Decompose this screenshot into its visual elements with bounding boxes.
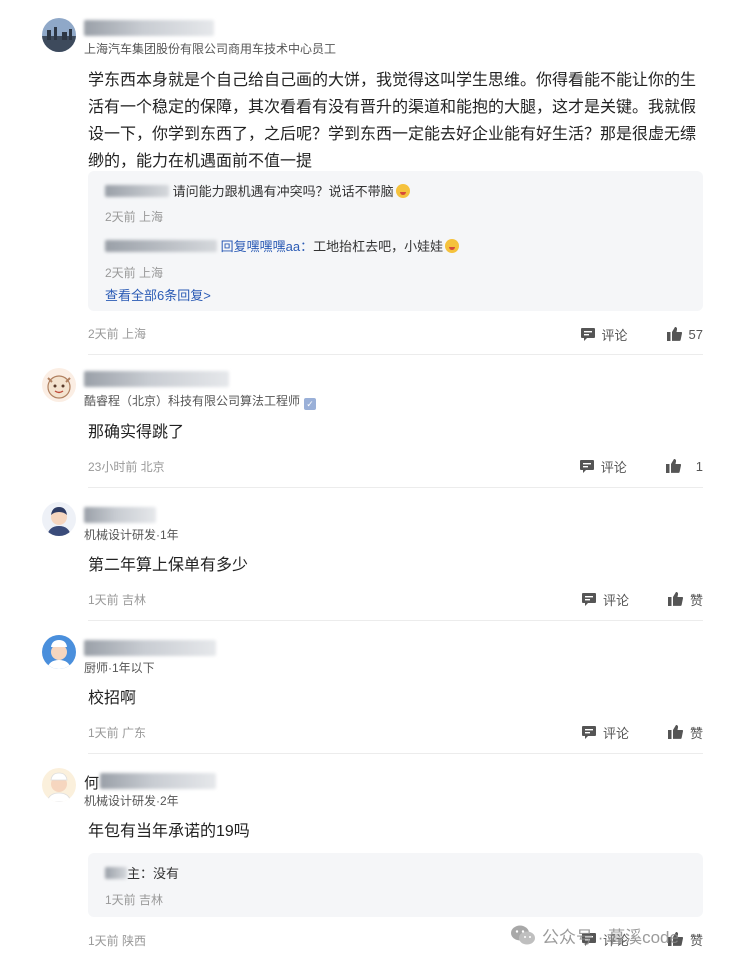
watermark: 公众号 · 暮溪code [510,921,679,949]
like-count: 1 [695,458,703,474]
comment-text: 第二年算上保单有多少 [88,557,249,574]
like-label: 赞 [689,592,703,608]
view-all-replies-link[interactable]: 查看全部6条回复> [105,285,211,304]
comment-meta: 23小时前 北京 [88,460,165,474]
comment-meta: 1天前 广东 [88,726,147,740]
comment-icon [580,327,595,341]
like-button[interactable]: 赞 [667,723,703,742]
reply-to-link[interactable]: 回复嘿嘿嘿aa： [221,239,313,254]
reply-text: 请问能力跟机遇有冲突吗？说话不带脑 [172,184,394,199]
comment-icon [581,592,596,606]
comment-button[interactable]: 评论 [580,325,628,344]
comment-label: 评论 [602,725,629,741]
comment-text: 学东西本身就是个自己给自己画的大饼，我觉得这叫学生思维。你得看能不能让你的生活有… [88,72,697,170]
comment-icon [581,725,596,739]
reply-text: 主：没有 [127,866,180,881]
comment-item: 厨师·1年以下 校招啊 1天前 广东 评论 赞 [0,621,738,754]
user-title-text: 酷睿程（北京）科技有限公司算法工程师 [84,394,301,408]
username-blurred[interactable] [84,640,216,656]
comment-button[interactable]: 评论 [581,723,629,742]
reply-box: 请问能力跟机遇有冲突吗？说话不带脑 2天前 上海 回复嘿嘿嘿aa：工地抬杠去吧，… [88,171,703,311]
comment-actions: 评论 赞 [581,723,703,741]
reply-meta: 2天前 上海 [105,266,164,280]
reply-item: 请问能力跟机遇有冲突吗？说话不带脑 [105,181,410,200]
avatar[interactable] [42,502,76,536]
user-title: 机械设计研发·2年 [84,794,179,808]
comment-label: 评论 [602,592,629,608]
thumbs-up-icon [665,459,681,473]
username-prefix[interactable]: 何 [84,772,99,793]
comment-item: 酷睿程（北京）科技有限公司算法工程师 ✓ 那确实得跳了 23小时前 北京 评论 1 [0,355,738,488]
like-button[interactable]: 赞 [667,590,703,609]
like-label: 赞 [689,932,703,948]
reply-username-blurred[interactable] [105,240,217,252]
avatar[interactable] [42,368,76,402]
comment-text: 校招啊 [88,690,137,707]
thumbs-up-icon [667,592,684,606]
like-button[interactable]: 57 [666,326,703,342]
comment-item: 机械设计研发·1年 第二年算上保单有多少 1天前 吉林 评论 赞 [0,488,738,621]
avatar[interactable] [42,18,76,52]
comment-actions: 评论 57 [580,325,703,343]
like-label: 赞 [689,725,703,741]
comment-label: 评论 [600,459,627,475]
thumbs-up-icon [666,327,682,341]
comment-button[interactable]: 评论 [581,590,629,609]
watermark-text: 公众号 · 暮溪code [542,927,679,947]
thumbs-up-icon [667,725,684,739]
emoji-icon [395,184,410,198]
reply-text: 工地抬杠去吧，小娃娃 [313,239,444,254]
reply-meta: 2天前 上海 [105,210,164,224]
comment-meta: 2天前 上海 [88,327,147,341]
comment-actions: 评论 赞 [581,590,703,608]
comment-meta: 1天前 陕西 [88,934,147,948]
comment-actions: 评论 1 [579,457,703,475]
avatar[interactable] [42,635,76,669]
reply-box: 主：没有 1天前 吉林 [88,853,703,917]
user-title: 机械设计研发·1年 [84,528,179,542]
like-count: 57 [688,326,703,342]
like-button[interactable]: 1 [665,458,703,474]
emoji-icon [445,239,460,253]
username-blurred[interactable] [84,371,229,387]
user-title: 酷睿程（北京）科技有限公司算法工程师 ✓ [84,392,317,410]
comment-text: 年包有当年承诺的19吗 [88,823,250,840]
comment-item: 上海汽车集团股份有限公司商用车技术中心员工 学东西本身就是个自己给自己画的大饼，… [0,0,738,355]
reply-username-blurred[interactable] [105,867,127,879]
avatar[interactable] [42,768,76,802]
user-title: 上海汽车集团股份有限公司商用车技术中心员工 [84,42,337,56]
comment-button[interactable]: 评论 [579,457,627,476]
username-blurred[interactable] [100,773,216,789]
reply-item: 主：没有 [105,863,179,882]
comment-text: 那确实得跳了 [88,424,185,441]
wechat-icon [511,925,535,945]
reply-item: 回复嘿嘿嘿aa：工地抬杠去吧，小娃娃 [105,236,460,255]
verified-icon: ✓ [304,398,317,410]
reply-username-blurred[interactable] [105,185,169,197]
username-blurred[interactable] [84,507,156,523]
username-blurred[interactable] [84,20,214,36]
comment-icon [579,459,594,473]
comment-meta: 1天前 吉林 [88,593,147,607]
user-title: 厨师·1年以下 [84,661,155,675]
reply-meta: 1天前 吉林 [105,893,164,907]
comment-label: 评论 [601,327,628,343]
